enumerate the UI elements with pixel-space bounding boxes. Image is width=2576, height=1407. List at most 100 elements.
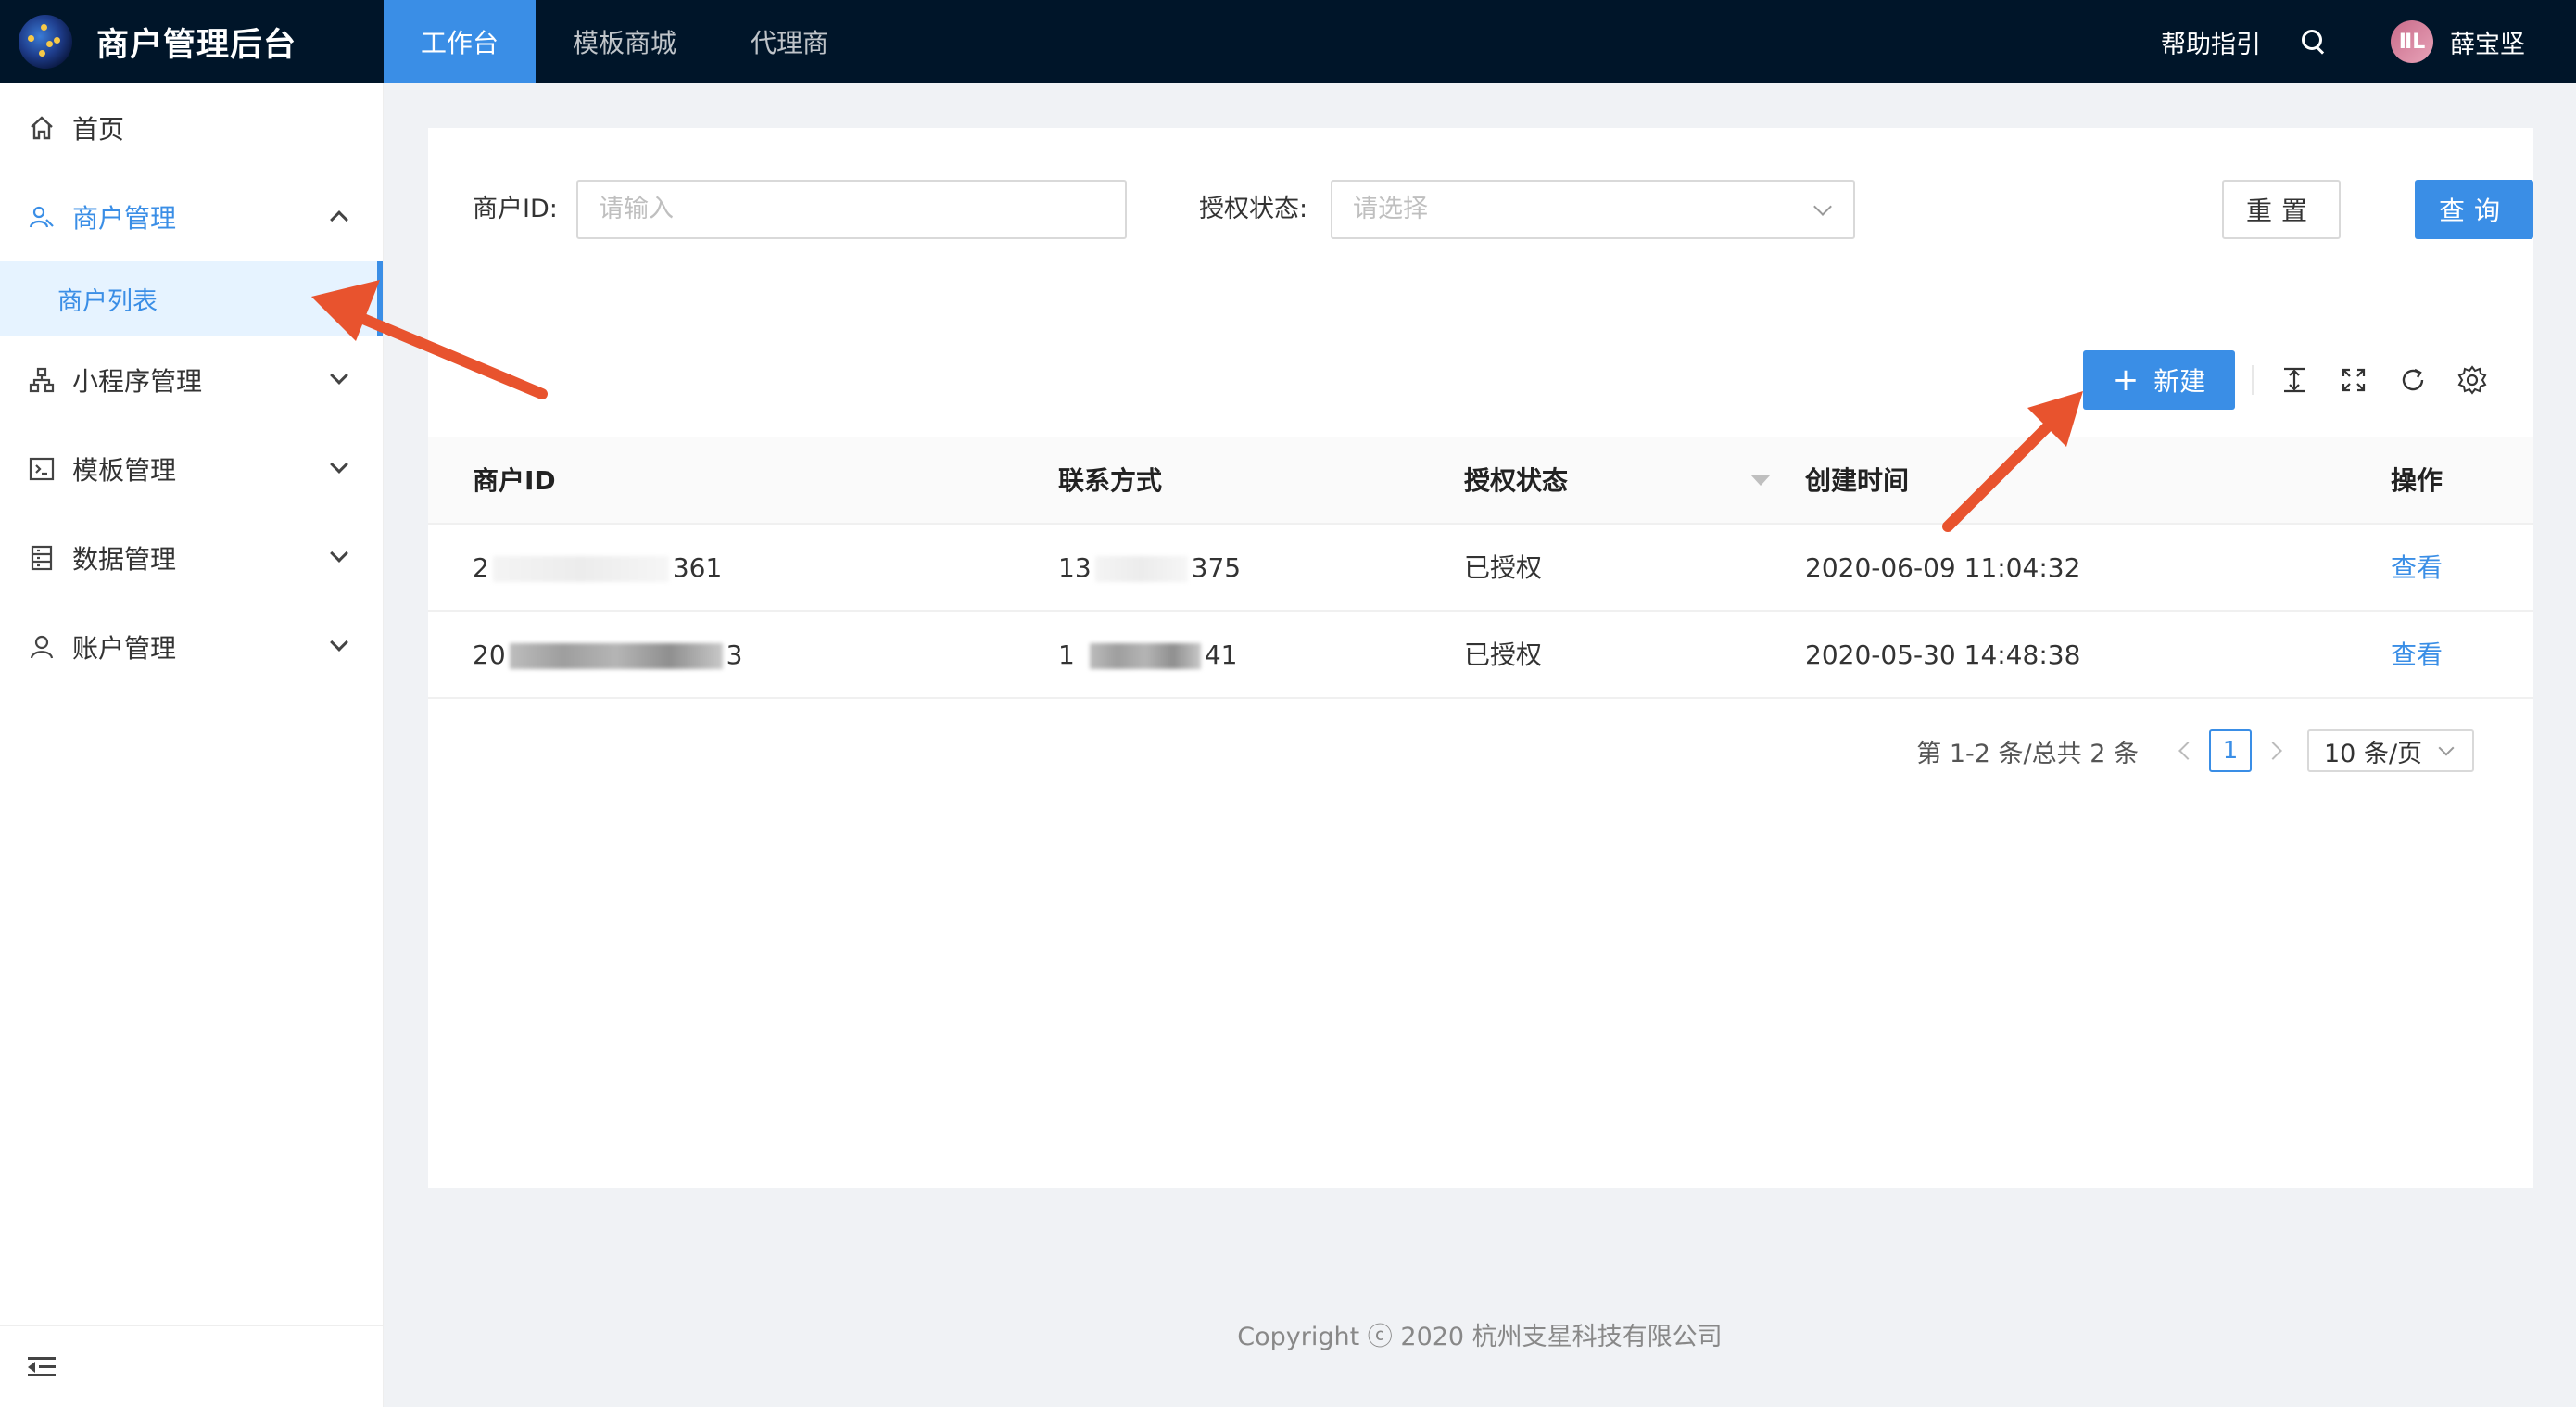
database-icon xyxy=(28,544,56,572)
home-icon xyxy=(28,114,56,142)
chevron-down-icon xyxy=(2438,740,2455,756)
column-created-time: 创建时间 xyxy=(1805,465,1910,496)
sidebar: 首页 商户管理 商户列表 小程序管理 模板管理 数据管理 账户管理 xyxy=(0,83,384,1407)
column-contact: 联系方式 xyxy=(1058,465,1163,496)
setting-icon[interactable] xyxy=(2456,363,2489,397)
chevron-down-icon xyxy=(1813,197,1832,216)
reset-button[interactable]: 重置 xyxy=(2222,180,2341,239)
filter-icon[interactable] xyxy=(1750,475,1771,486)
chevron-down-icon xyxy=(330,633,348,652)
sidebar-item-label: 小程序管理 xyxy=(72,366,203,397)
contact-cell: 13 375 xyxy=(1058,525,1241,612)
table-header: 商户ID 联系方式 授权状态 创建时间 操作 xyxy=(428,437,2533,525)
column-merchant-id: 商户ID xyxy=(473,465,556,496)
page-size-select[interactable]: 10 条/页 xyxy=(2307,729,2474,772)
help-link[interactable]: 帮助指引 xyxy=(2161,24,2261,60)
redacted-text xyxy=(509,643,723,669)
top-nav: 工作台 模板商城 代理商 xyxy=(384,0,865,83)
plus-icon: + xyxy=(2112,361,2140,399)
column-actions: 操作 xyxy=(2391,465,2443,496)
select-placeholder: 请选择 xyxy=(1353,195,1428,223)
new-button-label: 新建 xyxy=(2153,366,2206,397)
reload-icon[interactable] xyxy=(2396,363,2430,397)
fullscreen-icon[interactable] xyxy=(2337,363,2370,397)
table-row: 20 3 1 41 已授权 2020-05-30 14:48:38 查看 xyxy=(428,612,2533,699)
nav-workbench[interactable]: 工作台 xyxy=(384,0,537,83)
sidebar-item-merchant[interactable]: 商户管理 xyxy=(0,172,383,261)
sitemap-icon xyxy=(28,366,56,394)
sidebar-item-label: 首页 xyxy=(72,114,125,145)
page-size-value: 10 条/页 xyxy=(2324,739,2423,768)
merchant-id-label: 商户ID: xyxy=(473,195,558,223)
terminal-icon xyxy=(28,455,56,483)
column-height-icon[interactable] xyxy=(2278,363,2311,397)
sidebar-item-label: 商户管理 xyxy=(72,203,177,234)
new-button[interactable]: + 新建 xyxy=(2083,350,2235,410)
footer-copyright: Copyright ⓒ 2020 杭州支星科技有限公司 xyxy=(1237,1323,1723,1351)
username[interactable]: 薛宝坚 xyxy=(2450,24,2525,60)
chevron-up-icon xyxy=(330,210,348,229)
chevron-right-icon[interactable] xyxy=(2264,742,2282,760)
contact-prefix: 13 xyxy=(1058,552,1092,583)
sidebar-item-label: 账户管理 xyxy=(72,633,177,664)
brand[interactable]: 商户管理后台 xyxy=(19,0,297,83)
merchant-table: 商户ID 联系方式 授权状态 创建时间 操作 2 361 13 375 已授权 20… xyxy=(428,437,2533,699)
merchant-id-prefix: 2 xyxy=(473,552,489,583)
auth-status-select[interactable]: 请选择 xyxy=(1331,180,1855,239)
header-actions: 帮助指引 ⅡL 薛宝坚 xyxy=(2161,0,2525,83)
user-icon xyxy=(28,633,56,661)
menu-fold-icon xyxy=(28,1356,56,1377)
toolbar-divider xyxy=(2252,365,2254,395)
main-card: 商户ID: 请输入 授权状态: 请选择 重置 查询 + 新建 商户ID 联系方式… xyxy=(428,128,2533,1188)
sidebar-item-label: 数据管理 xyxy=(72,544,177,575)
merchant-id-prefix: 20 xyxy=(473,640,506,670)
sidebar-item-account[interactable]: 账户管理 xyxy=(0,602,383,691)
redacted-text xyxy=(1089,643,1201,669)
view-link[interactable]: 查看 xyxy=(2391,525,2443,612)
chevron-down-icon xyxy=(330,455,348,474)
nav-template-store[interactable]: 模板商城 xyxy=(536,0,713,83)
table-row: 2 361 13 375 已授权 2020-06-09 11:04:32 查看 xyxy=(428,525,2533,612)
merchant-id-suffix: 361 xyxy=(672,552,723,583)
pagination-total: 第 1-2 条/总共 2 条 xyxy=(1916,739,2139,768)
table-toolbar: + 新建 xyxy=(428,350,2533,410)
query-button[interactable]: 查询 xyxy=(2415,180,2533,239)
user-group-icon xyxy=(28,203,56,231)
pagination: 第 1-2 条/总共 2 条 1 10 条/页 xyxy=(1916,729,2474,773)
app-title: 商户管理后台 xyxy=(96,26,297,64)
contact-prefix: 1 xyxy=(1058,640,1075,670)
created-time-cell: 2020-06-09 11:04:32 xyxy=(1805,552,2081,583)
contact-suffix: 41 xyxy=(1204,640,1238,670)
auth-status-cell: 已授权 xyxy=(1464,552,1543,583)
chevron-down-icon xyxy=(330,366,348,385)
created-time-cell: 2020-05-30 14:48:38 xyxy=(1805,640,2081,670)
merchant-id-input[interactable]: 请输入 xyxy=(576,180,1127,239)
contact-suffix: 375 xyxy=(1191,552,1242,583)
auth-status-cell: 已授权 xyxy=(1464,640,1543,670)
chevron-down-icon xyxy=(330,544,348,563)
sidebar-item-template[interactable]: 模板管理 xyxy=(0,425,383,513)
view-link[interactable]: 查看 xyxy=(2391,612,2443,699)
filter-form: 商户ID: 请输入 授权状态: 请选择 重置 查询 xyxy=(473,180,2533,239)
search-icon[interactable] xyxy=(2302,30,2326,54)
sidebar-item-home[interactable]: 首页 xyxy=(0,83,383,172)
merchant-id-suffix: 3 xyxy=(726,640,743,670)
chevron-left-icon[interactable] xyxy=(2178,742,2197,760)
contact-cell: 1 41 xyxy=(1058,612,1237,699)
column-auth-status: 授权状态 xyxy=(1464,465,1569,496)
auth-status-label: 授权状态: xyxy=(1199,195,1308,223)
page-number[interactable]: 1 xyxy=(2209,729,2252,772)
avatar[interactable]: ⅡL xyxy=(2391,20,2433,63)
sidebar-item-data[interactable]: 数据管理 xyxy=(0,513,383,602)
top-header: 商户管理后台 工作台 模板商城 代理商 帮助指引 ⅡL 薛宝坚 xyxy=(0,0,2576,83)
sidebar-item-mini-program[interactable]: 小程序管理 xyxy=(0,336,383,425)
redacted-text xyxy=(1094,556,1188,582)
merchant-id-cell: 2 361 xyxy=(473,525,722,612)
logo-icon xyxy=(19,15,72,69)
sidebar-collapse-button[interactable] xyxy=(0,1325,384,1407)
redacted-text xyxy=(492,556,669,582)
sidebar-item-label: 模板管理 xyxy=(72,455,177,486)
sidebar-item-merchant-list[interactable]: 商户列表 xyxy=(0,261,383,336)
merchant-id-cell: 20 3 xyxy=(473,612,742,699)
nav-agent[interactable]: 代理商 xyxy=(713,0,865,83)
